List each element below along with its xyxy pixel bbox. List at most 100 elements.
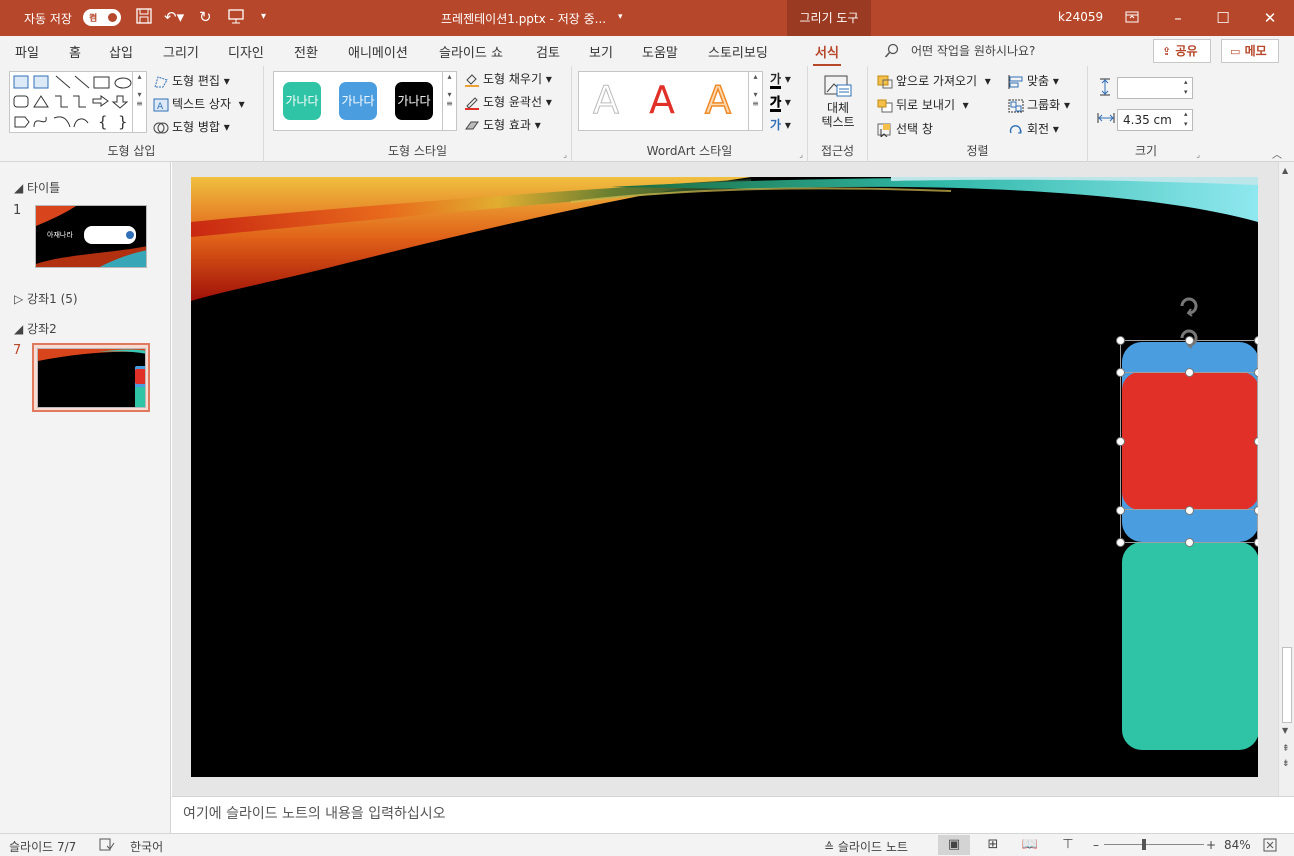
bring-forward-button[interactable]: 앞으로 가져오기 ▾ — [877, 72, 991, 89]
selection-pane-button[interactable]: 선택 창 — [877, 120, 933, 138]
slide-canvas[interactable] — [191, 177, 1258, 777]
notes-toggle-button[interactable]: ≙ 슬라이드 노트 — [824, 838, 908, 855]
user-name[interactable]: k24059 — [1058, 10, 1103, 24]
notes-pane[interactable]: 여기에 슬라이드 노트의 내용을 입력하십시오 — [172, 796, 1294, 833]
scroll-up-icon[interactable]: ▲ — [1282, 166, 1288, 175]
section-title-2[interactable]: ▷ 강좌1 (5) — [14, 290, 78, 307]
resize-handle[interactable] — [1185, 506, 1194, 515]
editor-vertical-scrollbar[interactable]: ▲ ▼ ⇞ ⇟ — [1278, 162, 1294, 796]
section-title-1[interactable]: ◢ 타이틀 — [14, 179, 60, 196]
previous-slide-icon[interactable]: ⇞ — [1282, 744, 1290, 754]
shape-effects-button[interactable]: 도형 효과 ▾ — [464, 116, 541, 133]
rounded-rect-teal[interactable] — [1122, 542, 1258, 750]
dialog-launcher-icon[interactable]: ⌟ — [1196, 150, 1200, 159]
height-spinner[interactable]: ▴ ▾ — [1184, 77, 1188, 97]
resize-handle[interactable] — [1185, 336, 1194, 345]
height-input[interactable] — [1117, 77, 1193, 99]
minimize-icon[interactable]: – — [1166, 6, 1190, 30]
notes-placeholder[interactable]: 여기에 슬라이드 노트의 내용을 입력하십시오 — [183, 803, 446, 823]
tab-format[interactable]: 서식 — [813, 42, 841, 67]
zoom-slider-track[interactable] — [1104, 844, 1204, 845]
rotation-handle-icon[interactable] — [1178, 295, 1200, 320]
tab-view[interactable]: 보기 — [589, 42, 613, 61]
text-effects-button[interactable]: 가 ▾ — [770, 116, 791, 133]
align-button[interactable]: 맞춤 ▾ — [1008, 72, 1059, 89]
scroll-down-icon[interactable]: ▼ — [1282, 726, 1288, 735]
text-outline-button[interactable]: 가 ▾ — [770, 93, 791, 112]
tell-me-input[interactable]: 어떤 작업을 원하시나요? — [911, 42, 1035, 59]
resize-handle[interactable] — [1254, 368, 1258, 377]
width-input[interactable]: 4.35 cm — [1117, 109, 1193, 131]
scroll-thumb[interactable] — [1282, 647, 1292, 723]
resize-handle[interactable] — [1254, 506, 1258, 515]
resize-handle[interactable] — [1116, 506, 1125, 515]
zoom-level[interactable]: 84% — [1224, 838, 1251, 852]
tab-file[interactable]: 파일 — [15, 42, 39, 61]
tab-storyboarding[interactable]: 스토리보딩 — [708, 42, 768, 61]
wordart-gallery[interactable]: A A A ▴ ▾ ≡ — [578, 71, 763, 131]
resize-handle[interactable] — [1116, 368, 1125, 377]
dialog-launcher-icon[interactable]: ⌟ — [799, 150, 803, 159]
spell-check-icon[interactable] — [99, 838, 115, 854]
zoom-out-icon[interactable]: – — [1093, 838, 1099, 852]
slideshow-button[interactable]: ⊤ — [1055, 835, 1081, 855]
slide-thumbnail-1[interactable]: 아재나라 — [35, 205, 147, 268]
ribbon-display-options-icon[interactable] — [1120, 6, 1144, 30]
slide-sorter-button[interactable]: ⊞ — [980, 835, 1006, 855]
section-title-3[interactable]: ◢ 강좌2 — [14, 320, 57, 337]
shape-outline-button[interactable]: 도형 윤곽선 ▾ — [464, 93, 552, 110]
tab-insert[interactable]: 삽입 — [109, 42, 133, 61]
maximize-icon[interactable]: ☐ — [1211, 6, 1235, 30]
title-dropdown-icon[interactable]: ▾ — [618, 12, 623, 22]
wordart-style-white[interactable]: A — [593, 78, 620, 123]
reading-view-button[interactable]: 📖 — [1017, 835, 1043, 855]
rotate-button[interactable]: 회전 ▾ — [1008, 120, 1059, 137]
customize-qat-icon[interactable]: ▾ — [261, 11, 266, 22]
send-backward-button[interactable]: 뒤로 보내기 ▾ — [877, 96, 969, 113]
resize-handle[interactable] — [1116, 538, 1125, 547]
style-swatch-teal[interactable]: 가나다 — [283, 82, 321, 120]
comments-button[interactable]: ▭ 메모 — [1221, 39, 1279, 63]
edit-shape-button[interactable]: 도형 편집 ▾ — [153, 72, 230, 89]
autosave-toggle[interactable]: 켬 — [83, 9, 121, 26]
slide-thumbnail-7[interactable] — [37, 348, 146, 408]
alt-text-button[interactable]: 대체 텍스트 — [815, 74, 861, 134]
text-fill-button[interactable]: 가 ▾ — [770, 70, 791, 89]
zoom-slider-thumb[interactable] — [1142, 839, 1146, 850]
resize-handle[interactable] — [1116, 437, 1125, 446]
fit-to-window-icon[interactable] — [1263, 838, 1277, 855]
normal-view-button[interactable]: ▣ — [938, 835, 970, 855]
style-swatch-blue[interactable]: 가나다 — [339, 82, 377, 120]
present-icon[interactable] — [228, 8, 244, 28]
language-indicator[interactable]: 한국어 — [130, 838, 163, 855]
undo-icon[interactable]: ↶▾ — [164, 8, 184, 26]
save-icon[interactable] — [136, 8, 152, 28]
resize-handle[interactable] — [1254, 538, 1258, 547]
resize-handle[interactable] — [1185, 538, 1194, 547]
shapes-gallery[interactable]: { } ▴ ▾ ≡ — [9, 71, 147, 133]
zoom-in-icon[interactable]: + — [1206, 838, 1216, 852]
width-spinner[interactable]: ▴ ▾ — [1184, 109, 1188, 129]
tab-design[interactable]: 디자인 — [228, 42, 264, 61]
tab-draw[interactable]: 그리기 — [163, 42, 199, 61]
text-box-button[interactable]: A 텍스트 상자 ▾ — [153, 95, 245, 112]
tab-review[interactable]: 검토 — [536, 42, 560, 61]
tab-home[interactable]: 홈 — [69, 42, 81, 61]
style-swatch-black[interactable]: 가나다 — [395, 82, 433, 120]
close-icon[interactable]: ✕ — [1258, 6, 1282, 30]
resize-handle[interactable] — [1185, 368, 1194, 377]
shape-styles-gallery[interactable]: 가나다 가나다 가나다 ▴ ▾ ≡ — [273, 71, 457, 131]
tab-slideshow[interactable]: 슬라이드 쇼 — [439, 42, 503, 61]
resize-handle[interactable] — [1116, 336, 1125, 345]
tab-animations[interactable]: 애니메이션 — [348, 42, 408, 61]
dialog-launcher-icon[interactable]: ⌟ — [563, 150, 567, 159]
collapse-ribbon-icon[interactable]: ︿ — [1272, 146, 1282, 161]
resize-handle[interactable] — [1254, 336, 1258, 345]
share-button[interactable]: ⇪ 공유 — [1153, 39, 1211, 63]
resize-handle[interactable] — [1254, 437, 1258, 446]
wordart-style-red[interactable]: A — [649, 78, 675, 122]
wordart-style-orange[interactable]: A — [704, 77, 732, 123]
next-slide-icon[interactable]: ⇟ — [1282, 759, 1290, 769]
tab-transitions[interactable]: 전환 — [294, 42, 318, 61]
slide-thumbnail-7-frame[interactable] — [32, 343, 150, 412]
